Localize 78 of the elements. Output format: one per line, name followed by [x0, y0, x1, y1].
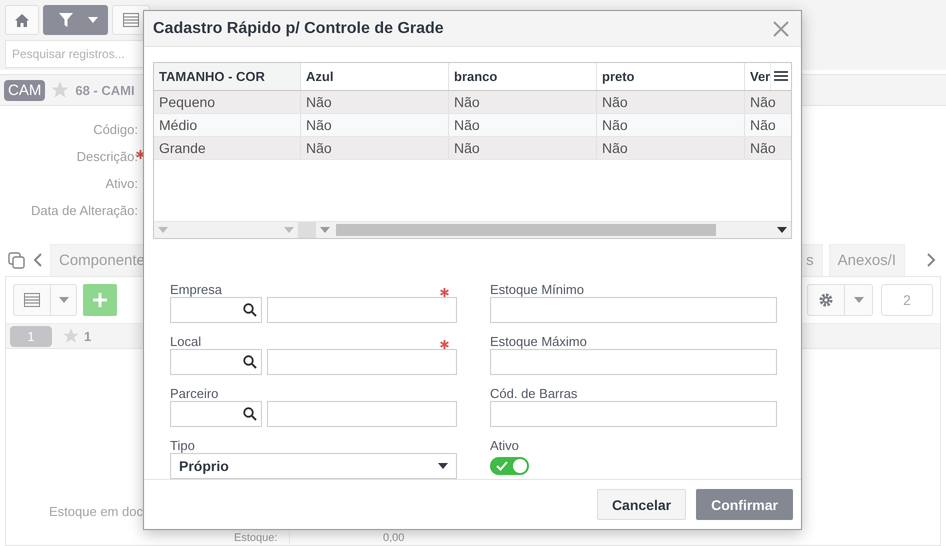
table-cell: Pequeno — [154, 91, 301, 113]
plus-icon — [92, 292, 108, 308]
confirm-button[interactable]: Confirmar — [696, 489, 793, 520]
field-label: Cód. de Barras — [490, 386, 578, 401]
record-badge: CAM — [4, 80, 46, 100]
caret-icon — [438, 463, 448, 469]
settings-icon — [818, 292, 834, 308]
filter-icon — [59, 13, 73, 27]
table-cell: Não — [301, 91, 449, 113]
description-field[interactable] — [267, 349, 457, 375]
text-field[interactable] — [490, 401, 777, 427]
text-field[interactable] — [490, 349, 777, 375]
dialog-title: Cadastro Rápido p/ Controle de Grade — [153, 20, 444, 38]
table-cell: Não — [449, 91, 597, 113]
code-field[interactable] — [170, 401, 262, 427]
field-label: Estoque Mínimo — [490, 282, 584, 297]
table-icon — [24, 293, 40, 307]
type-select[interactable]: Próprio — [170, 453, 457, 479]
field-label: Código: — [93, 122, 138, 137]
field-label: Tipo — [170, 438, 195, 453]
field-label: Estoque: — [234, 532, 278, 544]
field-label: Descrição: — [76, 149, 138, 164]
field-label: Empresa — [170, 282, 222, 297]
copy-icon[interactable] — [8, 252, 25, 268]
close-icon[interactable] — [773, 20, 789, 36]
record-number: 1 — [10, 326, 52, 346]
caret-icon — [88, 17, 98, 23]
active-toggle[interactable] — [490, 457, 529, 475]
search-icon[interactable] — [243, 407, 257, 421]
field-label: Parceiro — [170, 386, 218, 401]
description-field[interactable] — [267, 297, 457, 323]
filter-button[interactable] — [43, 5, 108, 35]
text-field[interactable] — [490, 297, 777, 323]
record-title: 68 - CAMI — [75, 82, 135, 98]
caret-icon — [58, 297, 68, 303]
caret-icon — [777, 227, 787, 233]
caret-icon — [320, 227, 330, 233]
field-label: Local — [170, 334, 202, 349]
menu-icon[interactable] — [770, 63, 791, 90]
home-icon — [15, 14, 29, 26]
page-counter: 2 — [881, 284, 933, 316]
description-field[interactable] — [267, 401, 457, 427]
code-field[interactable] — [170, 349, 262, 375]
star-icon — [50, 80, 70, 100]
field-label: Estoque Máximo — [490, 334, 587, 349]
code-field[interactable] — [170, 297, 262, 323]
caret-icon — [854, 297, 864, 303]
table-cell: Não — [745, 91, 791, 113]
field-label: Ativo — [490, 438, 519, 453]
chevron-right-icon[interactable] — [927, 253, 936, 267]
table-cell: Não — [597, 114, 745, 136]
table-cell: Não — [301, 137, 449, 159]
table-cell: Não — [745, 137, 791, 159]
favorite-count: 1 — [84, 328, 92, 344]
check-icon — [496, 461, 508, 471]
field-label: Ativo: — [105, 176, 138, 191]
cancel-button[interactable]: Cancelar — [596, 489, 686, 520]
field-label: Data de Alteração: — [31, 203, 138, 218]
table-cell: Não — [449, 137, 597, 159]
table-cell: Não — [449, 114, 597, 136]
table-icon — [123, 13, 139, 27]
field-label: Estoque em doc — [49, 504, 143, 519]
search-icon[interactable] — [243, 355, 257, 369]
chevron-left-icon[interactable] — [33, 253, 42, 267]
stock-value: 0,00 — [289, 532, 408, 544]
table-cell: Não — [301, 114, 449, 136]
add-button[interactable] — [83, 284, 117, 316]
search-icon[interactable] — [243, 303, 257, 317]
table-cell: Não — [597, 91, 745, 113]
caret-icon — [284, 227, 294, 233]
column-header[interactable]: TAMANHO - COR — [154, 63, 301, 90]
table-cell: Não — [745, 114, 791, 136]
caret-icon — [158, 227, 168, 233]
star-icon — [62, 327, 80, 345]
table-cell: Grande — [154, 137, 301, 159]
home-button[interactable] — [5, 5, 39, 35]
table-cell: Não — [597, 137, 745, 159]
table-cell: Médio — [154, 114, 301, 136]
